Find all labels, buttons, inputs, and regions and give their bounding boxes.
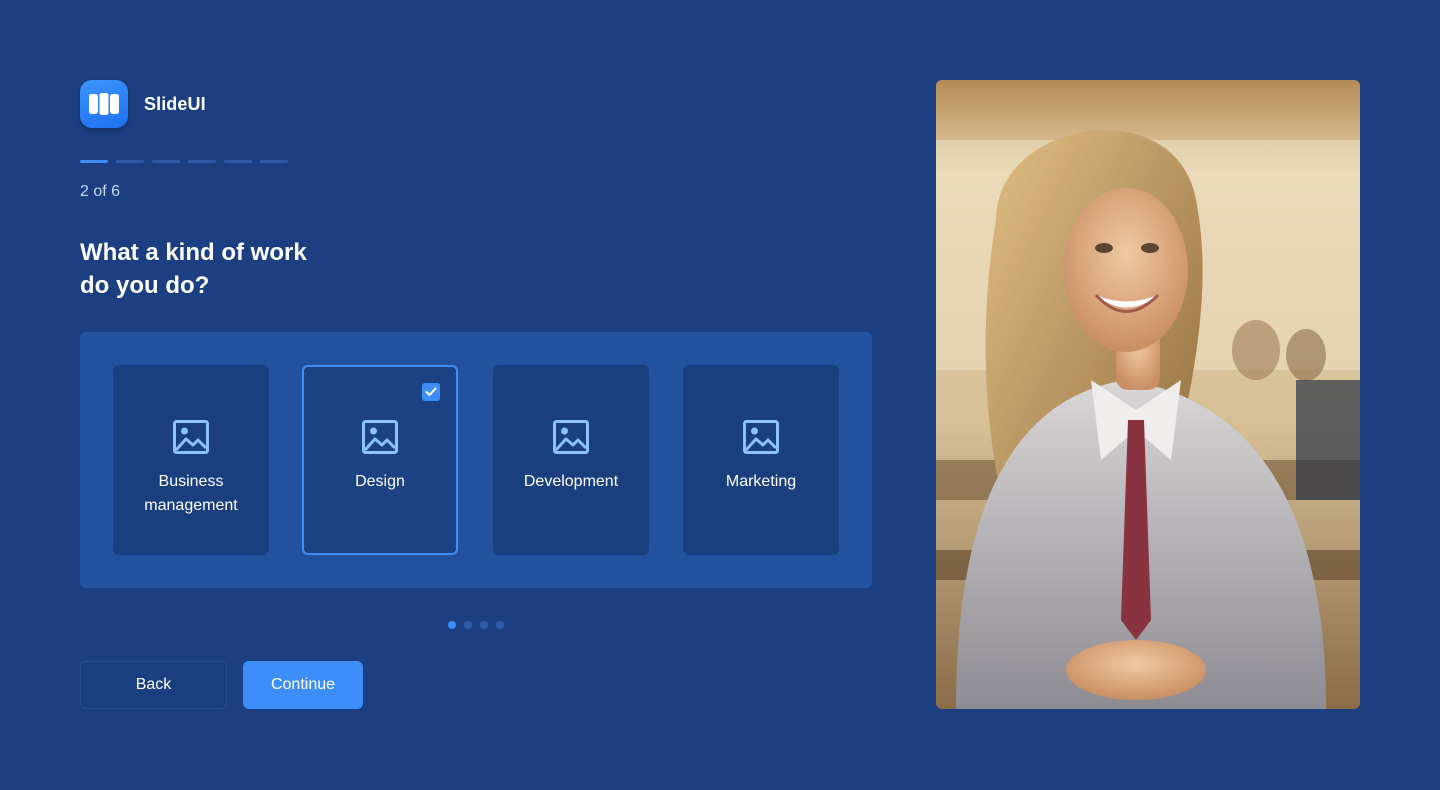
progress-segment xyxy=(116,160,144,163)
image-icon xyxy=(173,420,209,459)
progress-segment xyxy=(224,160,252,163)
option-card-design[interactable]: Design xyxy=(302,365,458,555)
page-title: What a kind of work do you do? xyxy=(80,236,400,302)
carousel-pagination xyxy=(448,621,504,629)
question-line-1: What a kind of work xyxy=(80,239,307,266)
slideui-logo-icon xyxy=(80,80,128,128)
option-label: Design xyxy=(355,473,405,490)
progress-segment xyxy=(188,160,216,163)
image-icon xyxy=(743,420,779,459)
option-card-development[interactable]: Development xyxy=(493,365,649,555)
step-progress xyxy=(80,160,288,163)
image-icon xyxy=(553,420,589,459)
question-line-2: do you do? xyxy=(80,272,210,299)
pagination-dot[interactable] xyxy=(464,621,472,629)
pagination-dot[interactable] xyxy=(480,621,488,629)
option-label: Business management xyxy=(144,470,237,518)
option-label: Marketing xyxy=(725,473,797,490)
continue-button[interactable]: Continue xyxy=(243,661,363,709)
option-label-line-1: Business xyxy=(158,473,224,490)
options-panel: Business management Design Development M… xyxy=(80,332,872,588)
image-icon xyxy=(362,420,398,459)
hero-photo xyxy=(936,80,1360,709)
brand-name: SlideUI xyxy=(144,93,206,114)
brand-header: SlideUI xyxy=(80,80,206,128)
option-label-line-2: management xyxy=(144,497,238,514)
progress-segment xyxy=(80,160,108,163)
option-card-business-management[interactable]: Business management xyxy=(113,365,269,555)
step-counter: 2 of 6 xyxy=(80,183,121,200)
checkbox-checked-icon[interactable] xyxy=(422,383,440,401)
back-button[interactable]: Back xyxy=(80,661,227,709)
option-label: Development xyxy=(523,473,619,490)
pagination-dot[interactable] xyxy=(496,621,504,629)
progress-segment xyxy=(260,160,288,163)
option-card-marketing[interactable]: Marketing xyxy=(683,365,839,555)
pagination-dot-active[interactable] xyxy=(448,621,456,629)
progress-segment xyxy=(152,160,180,163)
